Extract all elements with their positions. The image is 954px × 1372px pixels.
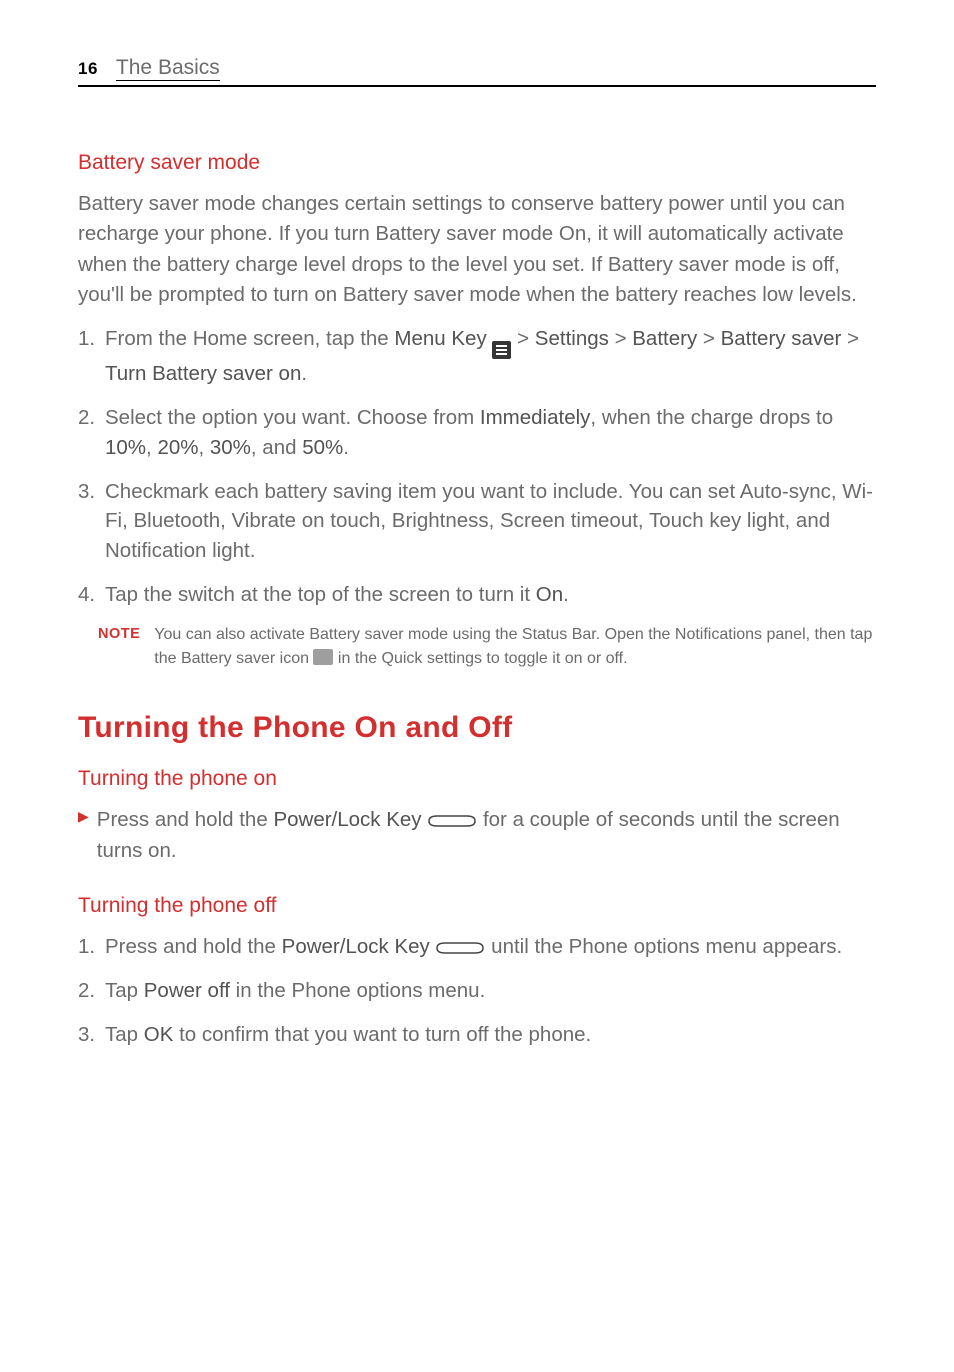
- list-number: 2.: [78, 976, 96, 1006]
- subheading-battery-saver: Battery saver mode: [78, 151, 876, 175]
- immediately-label: Immediately: [480, 406, 591, 429]
- step-2: 2. Select the option you want. Choose fr…: [78, 403, 876, 462]
- menu-icon: [492, 341, 511, 359]
- text: Tap: [105, 1023, 144, 1046]
- text: >: [841, 327, 859, 350]
- on-label: On: [536, 583, 563, 606]
- text: .: [301, 362, 307, 385]
- subheading-turning-off: Turning the phone off: [78, 894, 876, 918]
- battery-saver-label: Battery saver: [721, 327, 842, 350]
- text: ,: [146, 436, 157, 459]
- text: Tap the switch at the top of the screen …: [105, 583, 536, 606]
- text: >: [609, 327, 632, 350]
- settings-label: Settings: [535, 327, 609, 350]
- text: ,: [198, 436, 209, 459]
- chapter-title: The Basics: [116, 56, 220, 81]
- text: .: [343, 436, 349, 459]
- step-1: 1. From the Home screen, tap the Menu Ke…: [78, 324, 876, 389]
- step-4: 4. Tap the switch at the top of the scre…: [78, 580, 876, 610]
- off-step-1: 1. Press and hold the Power/Lock Key unt…: [78, 932, 876, 962]
- pct-50: 50%: [302, 436, 343, 459]
- text: in the Phone options menu.: [230, 979, 485, 1002]
- list-number: 1.: [78, 324, 96, 389]
- list-number: 3.: [78, 1020, 96, 1050]
- power-lock-key-label: Power/Lock Key: [273, 808, 421, 831]
- power-off-label: Power off: [144, 979, 230, 1002]
- power-key-icon: [427, 814, 477, 828]
- text: From the Home screen, tap the: [105, 327, 394, 350]
- power-lock-key-label: Power/Lock Key: [282, 935, 430, 958]
- text: Checkmark each battery saving item you w…: [105, 477, 876, 566]
- off-step-2: 2. Tap Power off in the Phone options me…: [78, 976, 876, 1006]
- note-text: in the Quick settings to toggle it on or…: [333, 650, 627, 667]
- list-number: 3.: [78, 477, 96, 566]
- text: Press and hold the: [105, 935, 282, 958]
- text: >: [511, 327, 534, 350]
- list-number: 1.: [78, 932, 96, 962]
- note-block: NOTE You can also activate Battery saver…: [98, 623, 876, 671]
- list-number: 2.: [78, 403, 96, 462]
- text: >: [697, 327, 720, 350]
- pct-20: 20%: [157, 436, 198, 459]
- text: Select the option you want. Choose from: [105, 406, 480, 429]
- intro-paragraph: Battery saver mode changes certain setti…: [78, 189, 876, 310]
- bullet-icon: ▶: [78, 806, 89, 866]
- note-label: NOTE: [98, 623, 140, 671]
- text: , and: [251, 436, 302, 459]
- power-key-icon: [435, 941, 485, 955]
- subheading-turning-on: Turning the phone on: [78, 767, 876, 791]
- text: , when the charge drops to: [590, 406, 833, 429]
- menu-key-label: Menu Key: [394, 327, 486, 350]
- ok-label: OK: [144, 1023, 174, 1046]
- off-step-3: 3. Tap OK to confirm that you want to tu…: [78, 1020, 876, 1050]
- text: Press and hold the: [97, 808, 274, 831]
- bullet-phone-on: ▶ Press and hold the Power/Lock Key for …: [78, 805, 876, 866]
- list-number: 4.: [78, 580, 96, 610]
- pct-30: 30%: [210, 436, 251, 459]
- step-3: 3. Checkmark each battery saving item yo…: [78, 477, 876, 566]
- battery-label: Battery: [632, 327, 697, 350]
- turn-on-label: Turn Battery saver on: [105, 362, 301, 385]
- text: Tap: [105, 979, 144, 1002]
- heading-turning-phone: Turning the Phone On and Off: [78, 711, 876, 745]
- text: until the Phone options menu appears.: [485, 935, 842, 958]
- text: to confirm that you want to turn off the…: [173, 1023, 591, 1046]
- text: .: [563, 583, 569, 606]
- battery-saver-icon: [313, 649, 333, 665]
- page-number: 16: [78, 59, 98, 79]
- pct-10: 10%: [105, 436, 146, 459]
- page-header: 16 The Basics: [78, 56, 876, 87]
